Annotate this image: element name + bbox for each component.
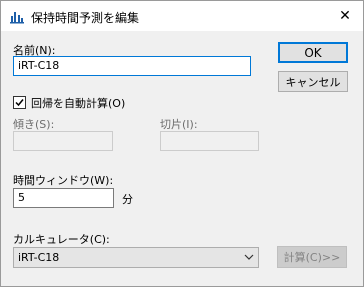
intercept-input[interactable] bbox=[160, 131, 259, 151]
time-window-label: 時間ウィンドウ(W): bbox=[13, 174, 114, 187]
calculator-select[interactable]: iRT-C18 bbox=[13, 247, 259, 268]
ok-button[interactable]: OK bbox=[278, 42, 348, 63]
slope-input[interactable] bbox=[13, 131, 113, 151]
cancel-button[interactable]: キャンセル bbox=[278, 71, 348, 92]
close-icon[interactable]: ✕ bbox=[327, 1, 363, 31]
auto-calc-checkbox[interactable] bbox=[13, 96, 26, 109]
title-bar: 保持時間予測を編集 ✕ bbox=[1, 1, 363, 31]
calculator-selected-value: iRT-C18 bbox=[18, 251, 60, 264]
auto-calc-label: 回帰を自動計算(O) bbox=[31, 97, 126, 110]
check-icon bbox=[15, 99, 24, 107]
name-input[interactable]: iRT-C18 bbox=[13, 56, 251, 76]
chevron-down-icon bbox=[244, 248, 254, 267]
window-title: 保持時間予測を編集 bbox=[31, 11, 140, 25]
chart-bars-icon bbox=[9, 10, 25, 24]
dialog-window: 保持時間予測を編集 ✕ 名前(N): iRT-C18 OK キャンセル 回帰を自… bbox=[0, 0, 364, 287]
slope-label: 傾き(S): bbox=[13, 118, 55, 131]
calculator-label: カルキュレータ(C): bbox=[13, 233, 110, 246]
intercept-label: 切片(I): bbox=[160, 118, 198, 131]
time-window-unit: 分 bbox=[122, 193, 133, 206]
time-window-input[interactable]: 5 bbox=[13, 188, 114, 208]
calculate-button[interactable]: 計算(C)>> bbox=[277, 246, 347, 268]
